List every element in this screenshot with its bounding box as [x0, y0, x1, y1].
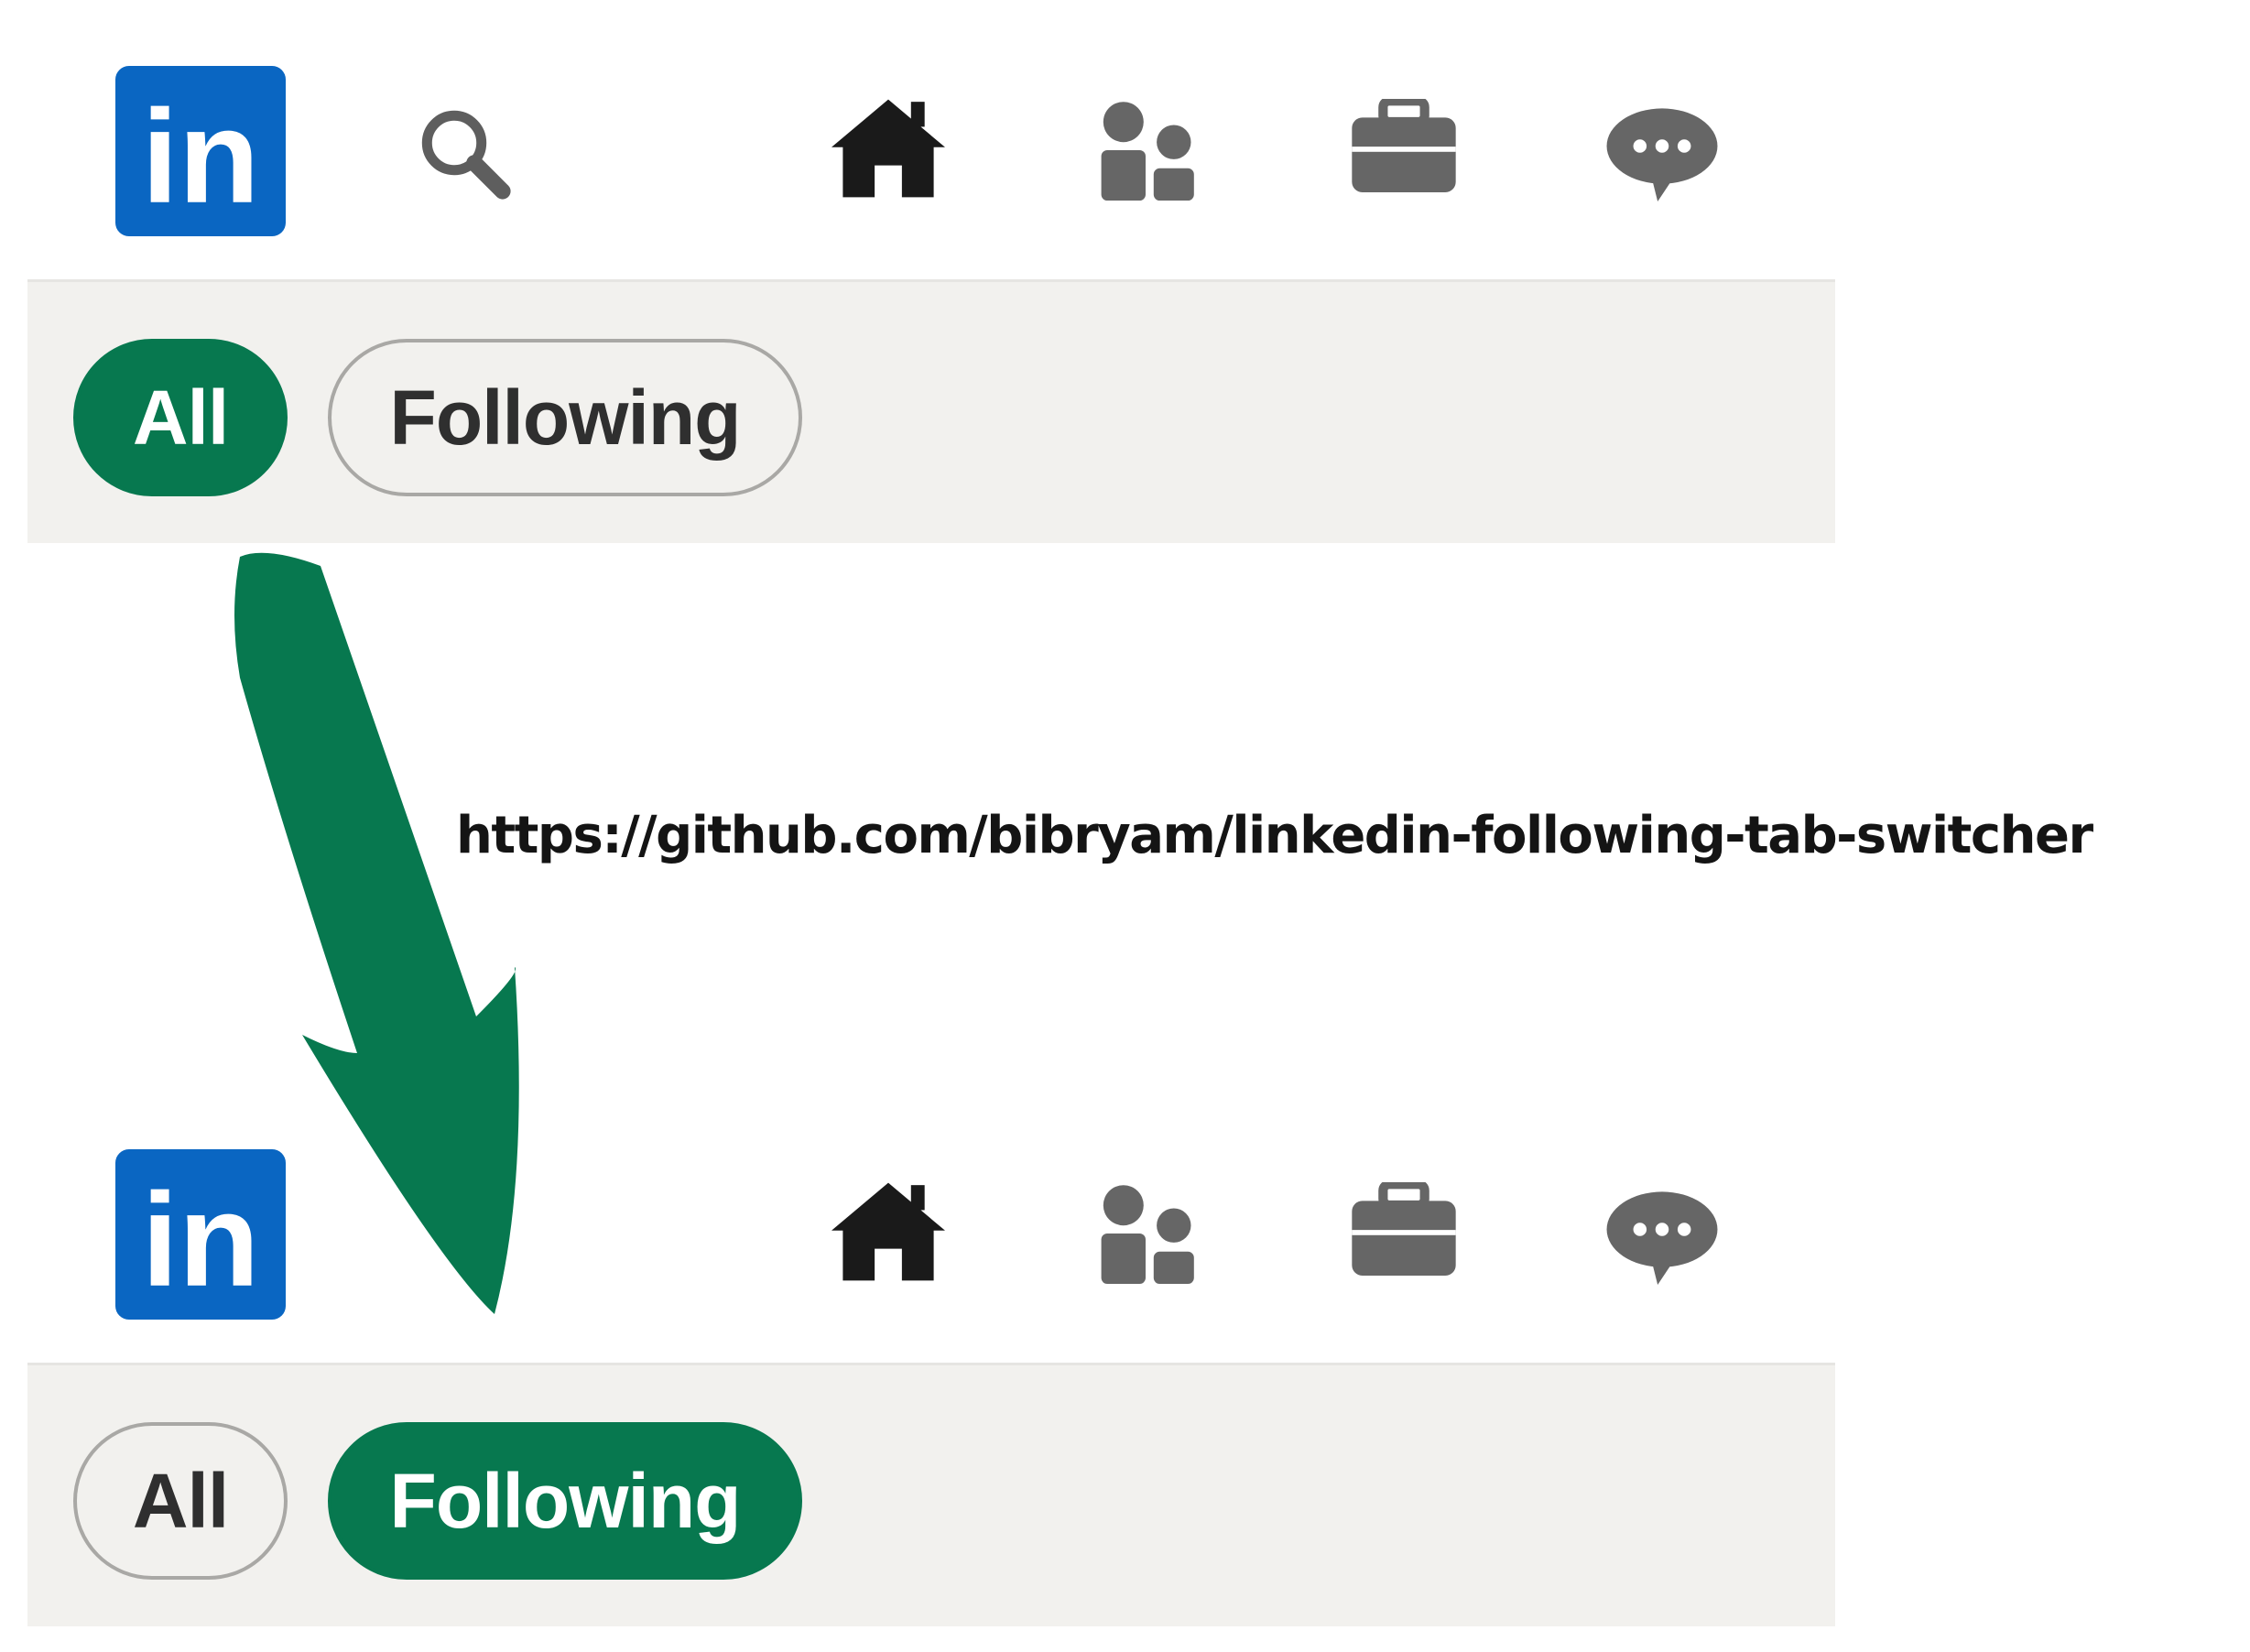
- search-icon[interactable]: [414, 103, 515, 203]
- tab-following[interactable]: Following: [328, 1422, 802, 1580]
- top-nav-bar: in: [0, 0, 2250, 238]
- messaging-icon[interactable]: [1606, 1190, 1718, 1285]
- tab-all[interactable]: All: [73, 339, 288, 496]
- jobs-icon[interactable]: [1352, 99, 1456, 192]
- jobs-icon[interactable]: [1352, 1182, 1456, 1276]
- down-arrow-graphic: [220, 540, 549, 1328]
- bottom-feed-filter-bar: All Following: [27, 1363, 1835, 1626]
- linkedin-logo[interactable]: in: [115, 66, 286, 236]
- messaging-icon[interactable]: [1606, 106, 1718, 201]
- my-network-icon[interactable]: [1095, 99, 1196, 201]
- tab-following[interactable]: Following: [328, 339, 802, 496]
- svg-text:in: in: [142, 82, 260, 231]
- home-icon[interactable]: [832, 1180, 945, 1283]
- my-network-icon[interactable]: [1095, 1182, 1196, 1285]
- top-feed-filter-bar: All Following: [27, 279, 1835, 543]
- tab-all[interactable]: All: [73, 1422, 288, 1580]
- github-link-text: https://github.com/bibryam/linkedin-foll…: [456, 806, 2093, 865]
- screenshot-canvas: in All Following https://github.com/bibr…: [0, 0, 2250, 1652]
- home-icon[interactable]: [832, 97, 945, 200]
